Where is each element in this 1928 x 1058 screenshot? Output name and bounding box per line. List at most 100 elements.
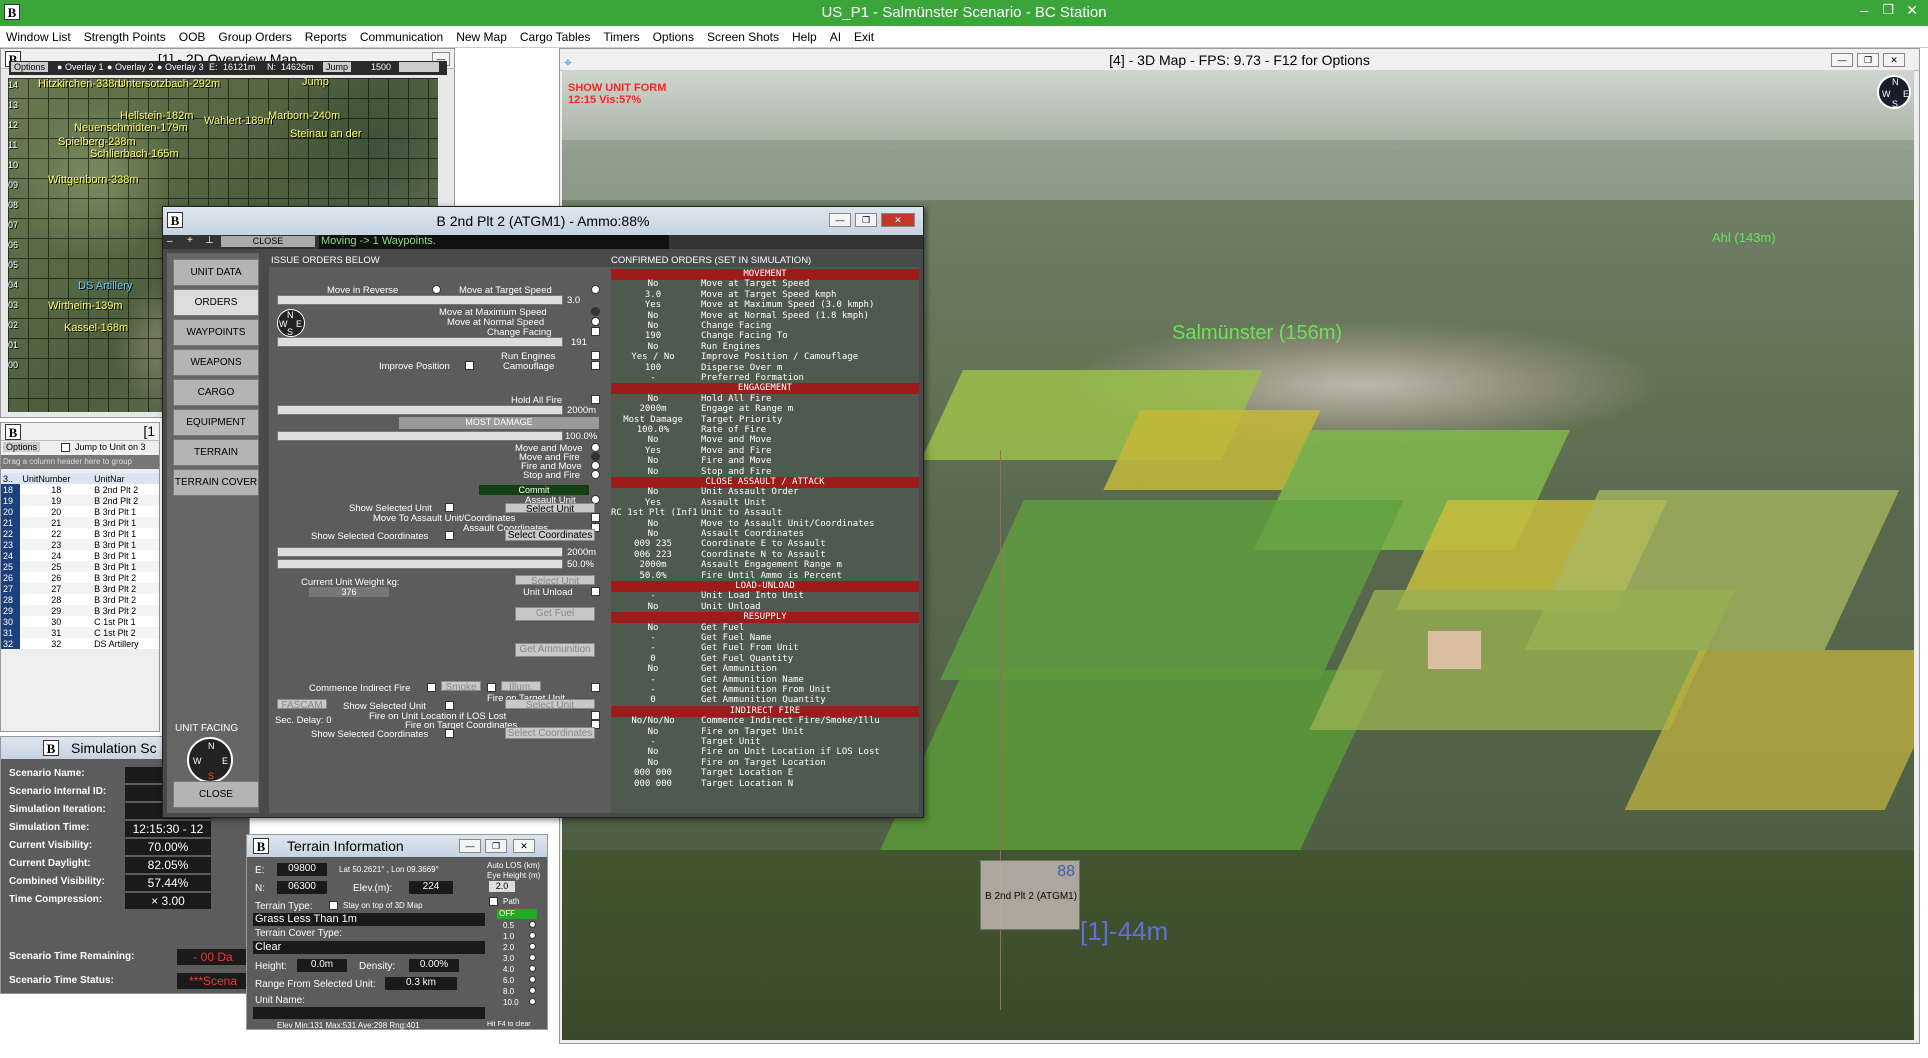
illum-button[interactable]: Illum. xyxy=(501,681,541,693)
menu-item[interactable]: Screen Shots xyxy=(707,30,779,44)
run-engines-checkbox[interactable] xyxy=(591,351,600,360)
target-marker-icon[interactable] xyxy=(1427,630,1482,670)
overview-jump-button[interactable]: Jump xyxy=(323,62,352,72)
town-label[interactable]: Wahlert-189m xyxy=(204,115,273,127)
menu-item[interactable]: New Map xyxy=(456,30,507,44)
los-range-radio[interactable] xyxy=(529,965,536,972)
restore-icon[interactable]: ❐ xyxy=(1882,2,1894,18)
menu-item[interactable]: Strength Points xyxy=(84,30,166,44)
toolbar-minus-icon[interactable]: – xyxy=(167,236,173,247)
eye-height-input[interactable]: 2.0 xyxy=(489,881,515,892)
town-label[interactable]: Schlierbach-165m xyxy=(90,148,179,160)
town-label[interactable]: Untersotzbach-292m xyxy=(118,78,220,90)
nav-button[interactable]: WAYPOINTS xyxy=(173,319,259,346)
path-checkbox[interactable] xyxy=(489,897,498,906)
table-row[interactable]: 22 22 B 3rd Plt 1 xyxy=(1,528,159,539)
reverse-radio[interactable] xyxy=(432,285,441,294)
table-row[interactable]: 31 31 C 1st Plt 2 xyxy=(1,627,159,638)
facing-slider[interactable] xyxy=(277,337,563,347)
town-label[interactable]: DS Artillery xyxy=(78,280,132,292)
select-unit-button[interactable]: Select Unit xyxy=(505,503,595,515)
smoke-button[interactable]: Smoke xyxy=(441,681,481,693)
menu-item[interactable]: Communication xyxy=(360,30,443,44)
minimize-icon[interactable]: – xyxy=(1860,2,1868,18)
los-range-option[interactable]: 10.0 xyxy=(503,998,519,1007)
smoke-checkbox[interactable] xyxy=(487,683,496,692)
los-range-radio[interactable] xyxy=(529,998,536,1005)
unit-unload-checkbox[interactable] xyxy=(591,587,600,596)
jump-to-unit-checkbox[interactable] xyxy=(61,443,70,452)
show-unit-form-link[interactable]: SHOW UNIT FORM xyxy=(568,82,666,94)
stay-on-top-checkbox[interactable] xyxy=(329,901,338,910)
select-load-unit-button[interactable]: Select Unit xyxy=(515,575,595,587)
table-row[interactable]: 19 19 B 2nd Plt 2 xyxy=(1,495,159,506)
los-range-option[interactable]: 6.0 xyxy=(503,976,514,985)
speed-slider[interactable] xyxy=(277,295,563,305)
menu-item[interactable]: Cargo Tables xyxy=(520,30,591,44)
table-row[interactable]: 27 27 B 3rd Plt 2 xyxy=(1,583,159,594)
overlay-2-radio[interactable]: ● Overlay 2 xyxy=(107,62,153,72)
close-icon[interactable]: ✕ xyxy=(1906,2,1918,19)
nav-button[interactable]: EQUIPMENT xyxy=(173,409,259,436)
nav-button[interactable]: UNIT DATA xyxy=(173,259,259,286)
los-range-radio[interactable] xyxy=(529,987,536,994)
menu-item[interactable]: Help xyxy=(792,30,817,44)
town-label[interactable]: Spielberg-238m xyxy=(58,136,136,148)
overlay-3-radio[interactable]: ● Overlay 3 xyxy=(157,62,203,72)
table-row[interactable]: 32 32 DS Artillery xyxy=(1,638,159,649)
max-speed-radio[interactable] xyxy=(591,307,600,316)
camouflage-checkbox[interactable] xyxy=(591,361,600,370)
range-slider[interactable] xyxy=(277,405,563,415)
rate-slider[interactable] xyxy=(277,431,563,441)
town-label[interactable]: Steinau an der xyxy=(290,128,362,140)
table-row[interactable]: 23 23 B 3rd Plt 1 xyxy=(1,539,159,550)
table-row[interactable]: 24 24 B 3rd Plt 1 xyxy=(1,550,159,561)
los-range-option[interactable]: 1.0 xyxy=(503,932,514,941)
los-range-option[interactable]: 3.0 xyxy=(503,954,514,963)
los-range-option[interactable]: 4.0 xyxy=(503,965,514,974)
terrain-restore-icon[interactable]: ❐ xyxy=(485,839,507,853)
unit-form-restore-icon[interactable]: ❐ xyxy=(855,213,877,227)
los-range-radio[interactable] xyxy=(529,954,536,961)
target-speed-radio[interactable] xyxy=(591,285,600,294)
town-label[interactable]: Wittgenborn-338m xyxy=(48,174,139,186)
los-range-radio[interactable] xyxy=(529,976,536,983)
stop-fire-radio[interactable] xyxy=(591,470,600,479)
get-fuel-button[interactable]: Get Fuel xyxy=(515,607,595,621)
map3d-close-icon[interactable]: ✕ xyxy=(1883,53,1905,67)
fire-move-radio[interactable] xyxy=(591,461,600,470)
menu-item[interactable]: Exit xyxy=(854,30,874,44)
los-range-option[interactable]: 0.5 xyxy=(503,921,514,930)
commit-button[interactable]: Commit xyxy=(479,485,589,495)
toolbar-close-button[interactable]: CLOSE xyxy=(221,236,315,247)
nav-button[interactable]: TERRAIN xyxy=(173,439,259,466)
table-row[interactable]: 18 18 B 2nd Plt 2 xyxy=(1,484,159,495)
toolbar-pin-icon[interactable]: ⊥ xyxy=(205,235,214,246)
col-header-icon[interactable]: 3.. xyxy=(1,473,20,484)
map3d-restore-icon[interactable]: ❐ xyxy=(1857,53,1879,67)
town-label[interactable]: Kassel-168m xyxy=(64,322,128,334)
unit-form-minimize-icon[interactable]: — xyxy=(829,213,851,227)
table-row[interactable]: 20 20 B 3rd Plt 1 xyxy=(1,506,159,517)
los-range-radio[interactable] xyxy=(529,921,536,928)
hold-fire-checkbox[interactable] xyxy=(591,395,600,404)
town-label[interactable]: Wirtheim-139m xyxy=(48,300,123,312)
normal-speed-radio[interactable] xyxy=(591,317,600,326)
los-range-option[interactable]: 8.0 xyxy=(503,987,514,996)
overlay-1-radio[interactable]: ● Overlay 1 xyxy=(57,62,103,72)
indirect-fire-checkbox[interactable] xyxy=(427,683,436,692)
town-label[interactable]: Hellstein-182m xyxy=(120,110,193,122)
move-move-radio[interactable] xyxy=(591,443,600,452)
improve-checkbox[interactable] xyxy=(465,361,474,370)
menu-item[interactable]: OOB xyxy=(179,30,206,44)
change-facing-checkbox[interactable] xyxy=(591,327,600,336)
unitlist-options-button[interactable]: Options xyxy=(3,442,41,452)
show-selected-unit-2-checkbox[interactable] xyxy=(445,701,454,710)
fire-until-slider[interactable] xyxy=(277,559,563,569)
get-ammunition-button[interactable]: Get Ammunition xyxy=(515,643,595,657)
move-fire-radio[interactable] xyxy=(591,452,600,461)
menu-item[interactable]: AI xyxy=(830,30,841,44)
show-selected-coords-checkbox[interactable] xyxy=(445,531,454,540)
select-target-unit-button[interactable]: Select Unit xyxy=(505,699,595,711)
town-label[interactable]: Jump xyxy=(302,78,329,88)
